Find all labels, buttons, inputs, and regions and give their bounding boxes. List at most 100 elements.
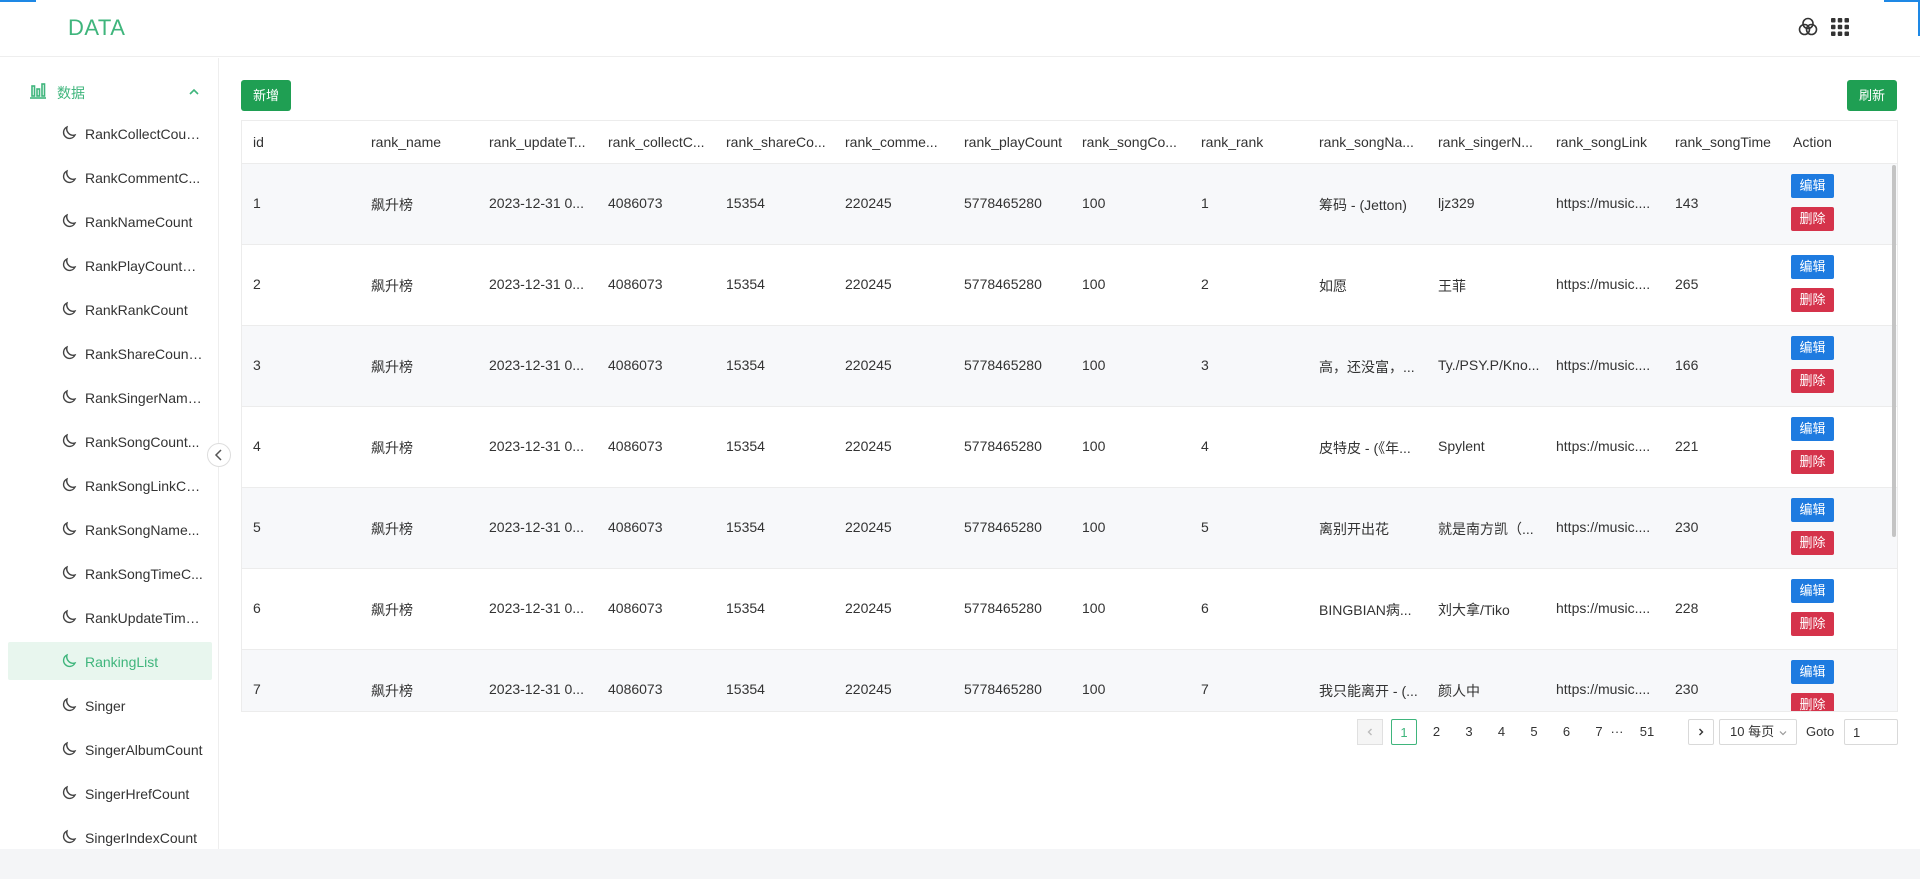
edit-button[interactable]: 编辑 — [1791, 255, 1834, 279]
column-header[interactable]: rank_songLink — [1556, 134, 1664, 150]
sidebar-item[interactable]: RankCollectCoun... — [0, 112, 218, 156]
column-header[interactable]: rank_updateT... — [489, 134, 597, 150]
sidebar-item[interactable]: RankNameCount — [0, 200, 218, 244]
app-logo[interactable]: DATA — [68, 15, 125, 41]
column-header[interactable]: rank_playCount — [964, 134, 1072, 150]
column-header[interactable]: rank_songCo... — [1082, 134, 1190, 150]
prev-page-button[interactable] — [1357, 719, 1383, 745]
delete-button[interactable]: 删除 — [1791, 531, 1834, 555]
column-header[interactable]: rank_singerN... — [1438, 134, 1546, 150]
edit-button[interactable]: 编辑 — [1791, 174, 1834, 198]
chevron-up-icon — [188, 85, 200, 103]
sidebar-item[interactable]: RankSongName... — [0, 508, 218, 552]
pagination-ellipsis[interactable]: ··· — [1604, 719, 1630, 745]
moon-icon — [61, 653, 77, 674]
table-cell: 4086073 — [608, 438, 663, 454]
table-cell: 7 — [1201, 681, 1209, 697]
edit-button[interactable]: 编辑 — [1791, 498, 1834, 522]
edit-button[interactable]: 编辑 — [1791, 660, 1834, 684]
edit-button[interactable]: 编辑 — [1791, 417, 1834, 441]
table-cell: 4086073 — [608, 195, 663, 211]
table-cell: 2 — [253, 276, 261, 292]
column-header[interactable]: Action — [1793, 134, 1897, 150]
sidebar-item[interactable]: SingerIndexCount — [0, 816, 218, 849]
column-header[interactable]: rank_name — [371, 134, 479, 150]
table-cell: 4086073 — [608, 357, 663, 373]
sidebar-item-label: SingerIndexCount — [85, 830, 198, 846]
table-scrollbar[interactable] — [1892, 165, 1896, 537]
table-cell: 100 — [1082, 681, 1106, 697]
sidebar-item-label: RankNameCount — [85, 214, 193, 230]
sidebar-collapse-button[interactable] — [207, 443, 231, 467]
column-header[interactable]: rank_songTime — [1675, 134, 1783, 150]
sidebar-item[interactable]: RankCommentC... — [0, 156, 218, 200]
page-link[interactable]: 6 — [1554, 719, 1580, 745]
sidebar-menu: RankCollectCoun... RankCommentC... RankNam… — [0, 112, 218, 849]
moon-icon — [61, 741, 77, 762]
delete-button[interactable]: 删除 — [1791, 207, 1834, 231]
table-cell: 15354 — [726, 438, 765, 454]
sidebar-item[interactable]: SingerAlbumCount — [0, 728, 218, 772]
table-cell: 7 — [253, 681, 261, 697]
page-link[interactable]: 2 — [1424, 719, 1450, 745]
page-link[interactable]: 5 — [1521, 719, 1547, 745]
bar-chart-icon — [28, 81, 48, 106]
page-size-select[interactable]: 10 每页 — [1719, 719, 1797, 745]
moon-icon — [61, 257, 77, 278]
table-cell: Ty./PSY.P/Kno... — [1438, 357, 1540, 373]
table-cell: https://music.... — [1556, 195, 1651, 211]
sidebar-item[interactable]: SingerHrefCount — [0, 772, 218, 816]
sidebar-item[interactable]: RankUpdateTime... — [0, 596, 218, 640]
table-cell: https://music.... — [1556, 276, 1651, 292]
corner-accent — [0, 0, 36, 2]
sidebar-group-data[interactable]: 数据 — [0, 70, 218, 112]
delete-button[interactable]: 删除 — [1791, 612, 1834, 636]
delete-button[interactable]: 删除 — [1791, 693, 1834, 711]
column-header[interactable]: rank_collectC... — [608, 134, 716, 150]
sidebar-item[interactable]: RankSingerName... — [0, 376, 218, 420]
column-header[interactable]: rank_comme... — [845, 134, 953, 150]
table-cell: 王菲 — [1438, 278, 1466, 294]
sidebar-item[interactable]: RankRankCount — [0, 288, 218, 332]
sidebar-item[interactable]: RankShareCount... — [0, 332, 218, 376]
delete-button[interactable]: 删除 — [1791, 450, 1834, 474]
table-cell: 5778465280 — [964, 438, 1042, 454]
page-link[interactable]: 4 — [1489, 719, 1515, 745]
next-page-button[interactable] — [1688, 719, 1714, 745]
column-header[interactable]: rank_rank — [1201, 134, 1309, 150]
moon-icon — [61, 565, 77, 586]
delete-button[interactable]: 删除 — [1791, 288, 1834, 312]
add-button[interactable]: 新增 — [241, 80, 291, 111]
sidebar-item-label: RankSongCount... — [85, 434, 200, 450]
table-cell: 6 — [253, 600, 261, 616]
refresh-button[interactable]: 刷新 — [1847, 80, 1897, 111]
table-cell: 2023-12-31 0... — [489, 438, 584, 454]
sidebar-item[interactable]: RankSongCount... — [0, 420, 218, 464]
moon-icon — [61, 169, 77, 190]
column-header[interactable]: rank_songNa... — [1319, 134, 1427, 150]
table-cell: 2 — [1201, 276, 1209, 292]
theme-circles-icon[interactable] — [1796, 15, 1820, 39]
sidebar-item[interactable]: RankSongLinkCo... — [0, 464, 218, 508]
table-cell: 143 — [1675, 195, 1699, 211]
footer-strip — [0, 849, 1920, 879]
goto-input[interactable] — [1844, 719, 1898, 745]
page-last[interactable]: 51 — [1632, 719, 1662, 745]
sidebar-item[interactable]: Singer — [0, 684, 218, 728]
delete-button[interactable]: 删除 — [1791, 369, 1834, 393]
page-link[interactable]: 3 — [1456, 719, 1482, 745]
edit-button[interactable]: 编辑 — [1791, 336, 1834, 360]
sidebar-item[interactable]: RankingList — [0, 640, 218, 684]
column-header[interactable]: id — [253, 134, 361, 150]
table-row: 4 飙升榜 2023-12-31 0... 4086073 15354 220245 577… — [242, 407, 1897, 488]
sidebar-item[interactable]: RankSongTimeC... — [0, 552, 218, 596]
apps-grid-icon[interactable] — [1828, 15, 1852, 39]
sidebar-item-label: RankingList — [85, 654, 159, 670]
page-link[interactable]: 1 — [1391, 719, 1417, 745]
moon-icon — [61, 213, 77, 234]
data-table: id rank_name rank_updateT... rank_collectC.… — [241, 120, 1898, 712]
table-cell: 220245 — [845, 519, 892, 535]
sidebar-item[interactable]: RankPlayCountC... — [0, 244, 218, 288]
edit-button[interactable]: 编辑 — [1791, 579, 1834, 603]
column-header[interactable]: rank_shareCo... — [726, 134, 834, 150]
